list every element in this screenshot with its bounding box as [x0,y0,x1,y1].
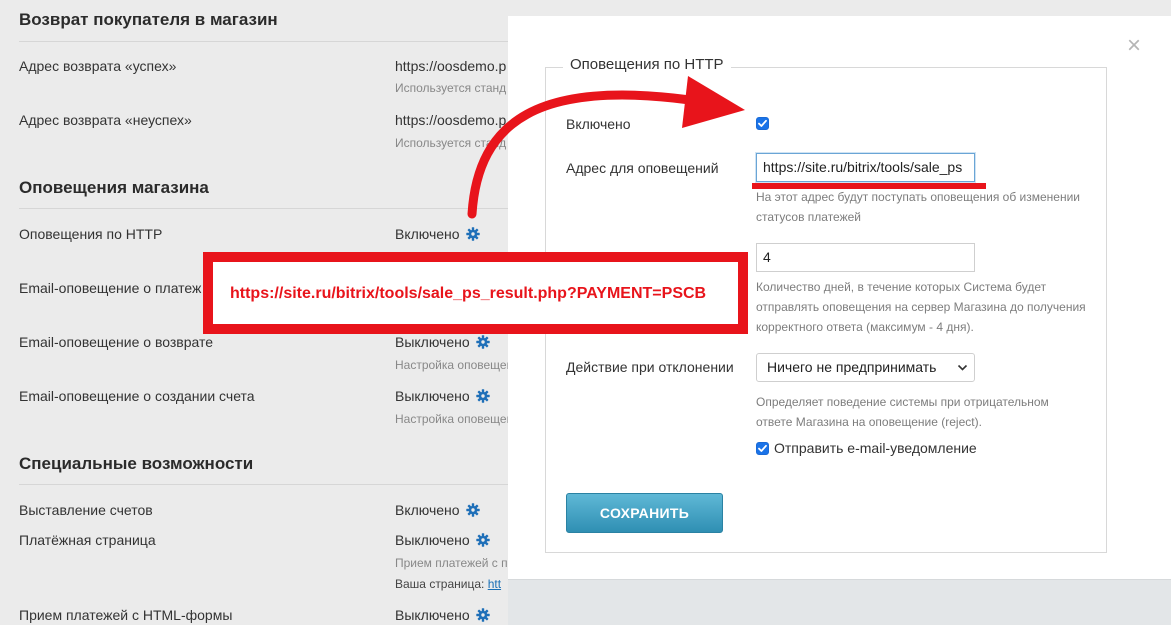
retry-days-input[interactable]: 4 [756,243,975,272]
gear-icon[interactable] [465,227,480,241]
email-refund-label: Email-оповещение о возврате [19,334,214,350]
your-page-link[interactable]: htt [488,577,501,591]
checkmark-icon [758,119,767,127]
payment-page-value: Выключено [395,532,470,548]
divider [19,208,519,209]
reject-action-value: Ничего не предпринимать [767,359,937,375]
gear-icon[interactable] [475,389,490,403]
gear-icon[interactable] [475,533,490,547]
email-refund-value: Выключено [395,334,470,350]
email-notify-checkbox[interactable] [756,442,769,455]
divider [19,41,519,42]
section-title-return: Возврат покупателя в магазин [19,10,278,29]
reject-action-select[interactable]: Ничего не предпринимать [756,353,975,382]
annotation-callout: https://site.ru/bitrix/tools/sale_ps_res… [203,252,748,334]
chevron-down-icon [957,364,968,371]
reject-action-hint: Определяет поведение системы при отрицат… [756,395,1049,429]
notify-url-label: Адрес для оповещений [566,160,719,176]
modal-footer [508,579,1171,625]
close-icon[interactable]: × [1124,34,1144,58]
section-title-notify: Оповещения магазина [19,178,209,197]
reject-action-label: Действие при отклонении [566,359,734,375]
return-success-value: https://oosdemo.p [395,58,507,74]
email-notify-label: Отправить e-mail-уведомление [774,440,977,456]
http-notify-status: Включено [395,226,480,242]
invoicing-label: Выставление счетов [19,502,153,518]
html-form-label: Прием платежей с HTML-формы [19,607,233,623]
return-success-label: Адрес возврата «успех» [19,58,177,74]
divider [19,484,519,485]
annotation-url-text: https://site.ru/bitrix/tools/sale_ps_res… [230,285,707,302]
retry-days-hint: Количество дней, в течение которых Систе… [756,280,1086,334]
checkmark-icon [758,444,767,452]
gear-icon[interactable] [475,608,490,622]
email-invoice-label: Email-оповещение о создании счета [19,388,255,404]
annotation-underline [752,183,986,189]
return-fail-hint: Используется станд [395,136,507,150]
email-invoice-hint: Настройка оповещения [395,412,527,426]
email-payment-label: Email-оповещение о платеж [19,280,202,296]
enabled-label: Включено [566,116,631,132]
html-form-value: Выключено [395,607,470,623]
enabled-checkbox[interactable] [756,117,769,130]
your-page-label: Ваша страница: [395,577,485,591]
html-form-status: Выключено [395,607,490,623]
email-invoice-status: Выключено [395,388,490,404]
section-title-special: Специальные возможности [19,454,254,473]
gear-icon[interactable] [465,503,480,517]
your-page-row: Ваша страница: htt [395,577,501,591]
email-refund-hint: Настройка оповещения [395,358,527,372]
payment-page-status: Выключено [395,532,490,548]
return-success-hint: Используется станд [395,81,507,95]
notify-url-input[interactable]: https://site.ru/bitrix/tools/sale_ps [756,153,975,182]
gear-icon[interactable] [475,335,490,349]
save-button[interactable]: СОХРАНИТЬ [566,493,723,533]
invoicing-value: Включено [395,502,460,518]
http-notify-value: Включено [395,226,460,242]
email-refund-status: Выключено [395,334,490,350]
fieldset-legend: Оповещения по HTTP [563,56,731,73]
email-invoice-value: Выключено [395,388,470,404]
payment-page-hint: Прием платежей с п [395,556,508,570]
http-notify-label: Оповещения по HTTP [19,226,163,242]
return-fail-label: Адрес возврата «неуспех» [19,112,192,128]
payment-page-label: Платёжная страница [19,532,156,548]
return-fail-value: https://oosdemo.p [395,112,507,128]
invoicing-status: Включено [395,502,480,518]
notify-url-hint: На этот адрес будут поступать оповещения… [756,190,1081,224]
